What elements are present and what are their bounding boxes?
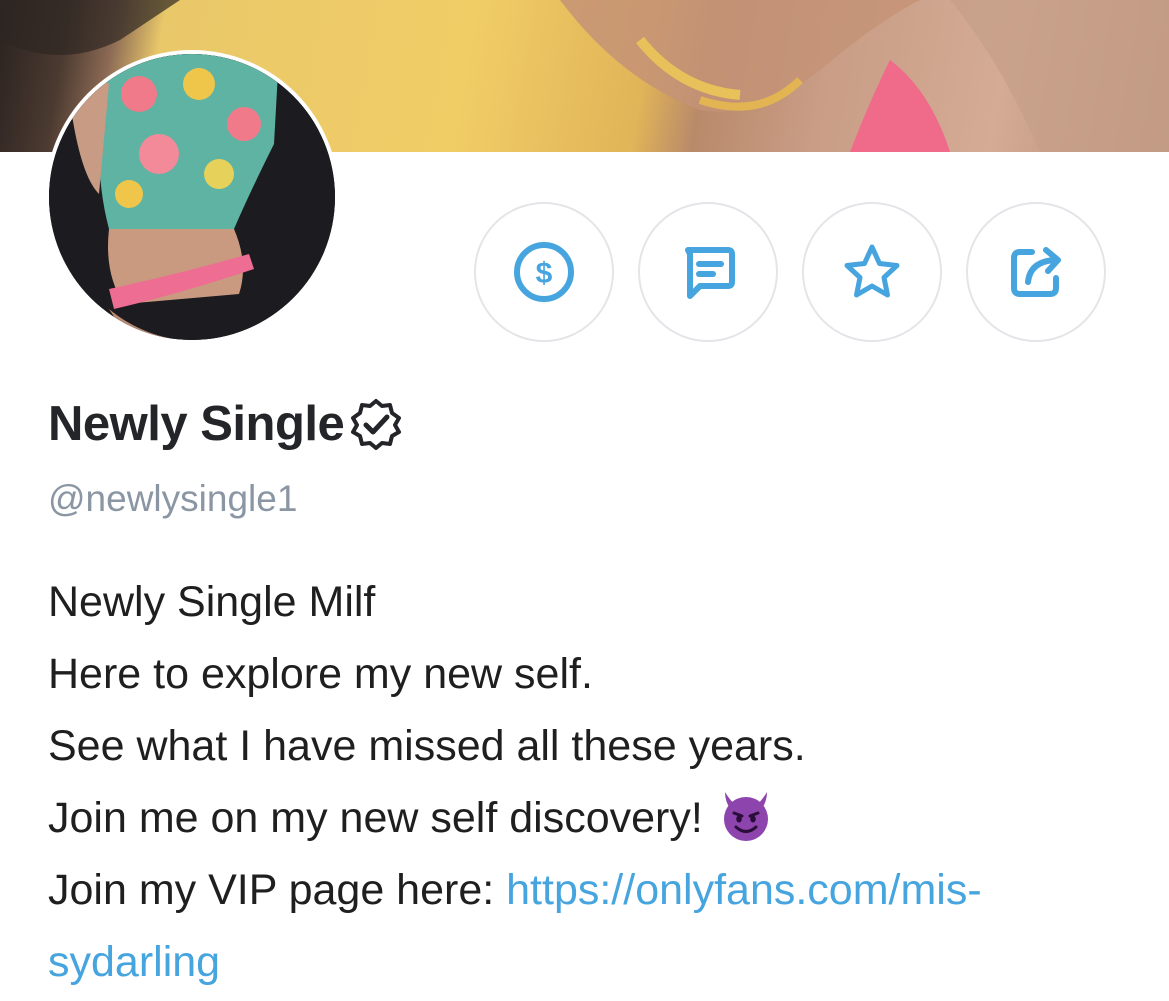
bio-line-text: Join my VIP page here: [48,866,507,914]
message-icon [685,247,735,299]
profile-bio: Newly Single Milf Here to explore my new… [48,566,1138,998]
tip-button[interactable]: $ [474,202,614,342]
bio-line: Here to explore my new self. [48,650,593,698]
smiling-devil-emoji-icon [723,792,768,841]
bio-line: Newly Single Milf [48,578,376,626]
profile-name-row: Newly Single [48,396,404,452]
profile-actions: $ [474,202,1106,342]
display-name: Newly Single [48,397,345,451]
verified-badge-icon [351,399,402,450]
bio-line: See what I have missed all these years. [48,722,806,770]
avatar[interactable] [45,50,339,344]
dollar-circle-icon: $ [514,242,574,302]
vip-page-link-continued[interactable]: sydarling [48,938,220,986]
bio-line-text: Join me on my new self discovery! [48,794,703,842]
svg-text:$: $ [536,257,553,290]
bio-line: sydarling [48,926,1138,998]
star-icon [844,244,900,298]
username-handle: @newlysingle1 [48,478,298,519]
share-icon [1011,247,1061,297]
share-button[interactable] [966,202,1106,342]
bio-line: Join me on my new self discovery! [48,782,1138,854]
avatar-image [49,54,335,340]
message-button[interactable] [638,202,778,342]
favorite-button[interactable] [802,202,942,342]
bio-line: Join my VIP page here: https://onlyfans.… [48,854,1138,926]
vip-page-link[interactable]: https://onlyfans.com/mis- [506,866,982,914]
